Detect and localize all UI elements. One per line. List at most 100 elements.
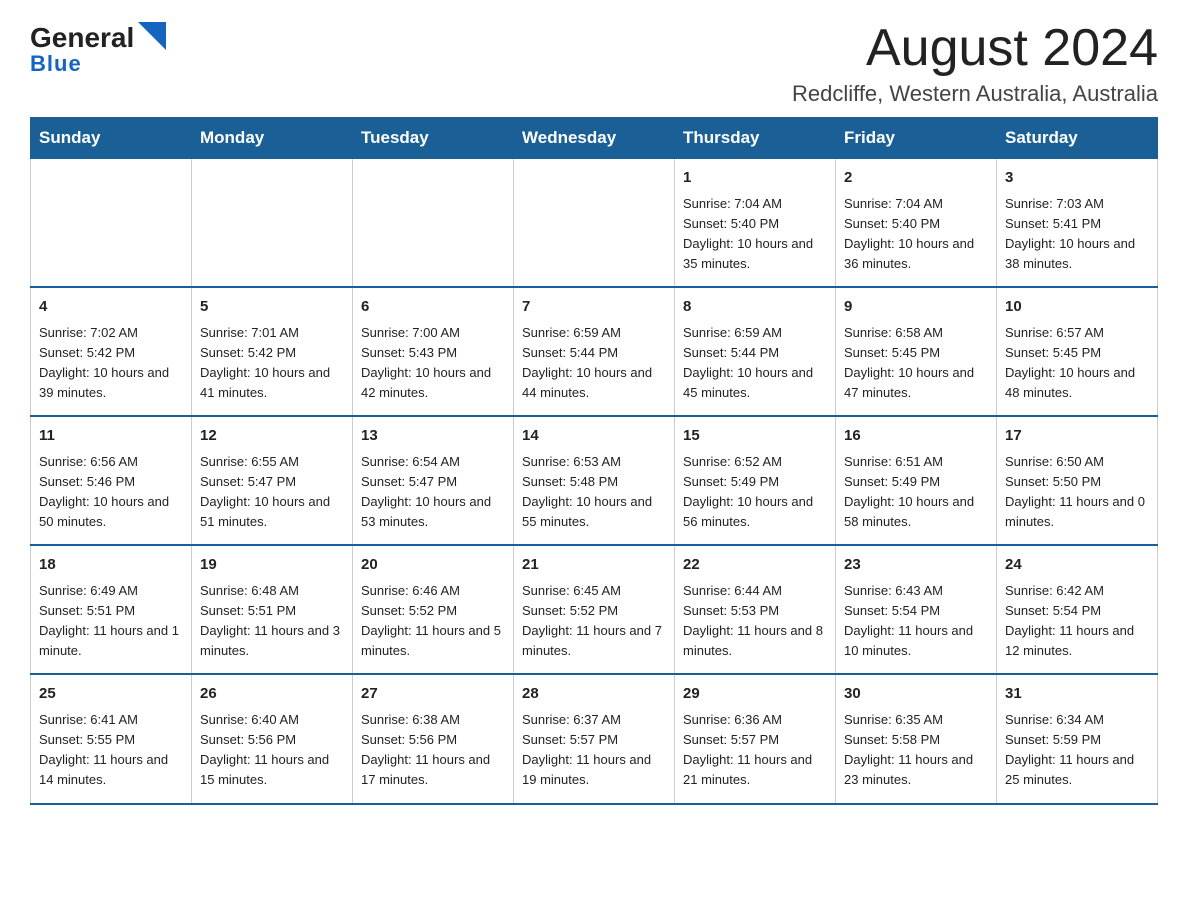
calendar-day-cell: 11 Sunrise: 6:56 AMSunset: 5:46 PMDayligh…: [31, 416, 192, 545]
day-number: 2: [844, 167, 988, 190]
calendar-day-cell: 6Sunrise: 7:00 AMSunset: 5:43 PMDaylight…: [353, 287, 514, 416]
day-info: Sunrise: 6:34 AMSunset: 5:59 PMDaylight:…: [1005, 710, 1149, 791]
calendar-week-row: 1 Sunrise: 7:04 AMSunset: 5:40 PMDaylight…: [31, 159, 1158, 288]
calendar-table: SundayMondayTuesdayWednesdayThursdayFrid…: [30, 117, 1158, 804]
calendar-day-cell: 31 Sunrise: 6:34 AMSunset: 5:59 PMDayligh…: [997, 674, 1158, 803]
location: Redcliffe, Western Australia, Australia: [792, 81, 1158, 107]
day-info: Sunrise: 6:57 AMSunset: 5:45 PMDaylight:…: [1005, 323, 1149, 404]
calendar-day-cell: 29 Sunrise: 6:36 AMSunset: 5:57 PMDayligh…: [675, 674, 836, 803]
day-info: Sunrise: 6:45 AMSunset: 5:52 PMDaylight:…: [522, 581, 666, 662]
day-info: Sunrise: 7:04 AMSunset: 5:40 PMDaylight:…: [683, 194, 827, 275]
day-info: Sunrise: 7:00 AMSunset: 5:43 PMDaylight:…: [361, 323, 505, 404]
calendar-day-cell: 15 Sunrise: 6:52 AMSunset: 5:49 PMDayligh…: [675, 416, 836, 545]
weekday-header-friday: Friday: [836, 118, 997, 159]
title-block: August 2024 Redcliffe, Western Australia…: [792, 20, 1158, 107]
day-info: Sunrise: 6:36 AMSunset: 5:57 PMDaylight:…: [683, 710, 827, 791]
day-number: 23: [844, 554, 988, 577]
day-number: 15: [683, 425, 827, 448]
day-info: Sunrise: 6:51 AMSunset: 5:49 PMDaylight:…: [844, 452, 988, 533]
day-info: Sunrise: 6:40 AMSunset: 5:56 PMDaylight:…: [200, 710, 344, 791]
calendar-day-cell: 21 Sunrise: 6:45 AMSunset: 5:52 PMDayligh…: [514, 545, 675, 674]
day-number: 17: [1005, 425, 1149, 448]
calendar-header-row: SundayMondayTuesdayWednesdayThursdayFrid…: [31, 118, 1158, 159]
day-number: 8: [683, 296, 827, 319]
logo-general: General: [30, 24, 134, 52]
day-info: Sunrise: 7:01 AMSunset: 5:42 PMDaylight:…: [200, 323, 344, 404]
day-number: 3: [1005, 167, 1149, 190]
day-info: Sunrise: 6:43 AMSunset: 5:54 PMDaylight:…: [844, 581, 988, 662]
day-info: Sunrise: 6:56 AMSunset: 5:46 PMDaylight:…: [39, 452, 183, 533]
day-info: Sunrise: 6:54 AMSunset: 5:47 PMDaylight:…: [361, 452, 505, 533]
day-number: 9: [844, 296, 988, 319]
calendar-day-cell: 27 Sunrise: 6:38 AMSunset: 5:56 PMDayligh…: [353, 674, 514, 803]
calendar-week-row: 18 Sunrise: 6:49 AMSunset: 5:51 PMDayligh…: [31, 545, 1158, 674]
calendar-day-cell: 5 Sunrise: 7:01 AMSunset: 5:42 PMDaylight…: [192, 287, 353, 416]
day-info: Sunrise: 6:35 AMSunset: 5:58 PMDaylight:…: [844, 710, 988, 791]
calendar-day-cell: 2 Sunrise: 7:04 AMSunset: 5:40 PMDaylight…: [836, 159, 997, 288]
day-number: 31: [1005, 683, 1149, 706]
weekday-header-thursday: Thursday: [675, 118, 836, 159]
calendar-day-cell: [353, 159, 514, 288]
day-number: 28: [522, 683, 666, 706]
calendar-day-cell: 28 Sunrise: 6:37 AMSunset: 5:57 PMDayligh…: [514, 674, 675, 803]
logo: General Blue: [30, 20, 166, 77]
day-info: Sunrise: 6:58 AMSunset: 5:45 PMDaylight:…: [844, 323, 988, 404]
weekday-header-wednesday: Wednesday: [514, 118, 675, 159]
day-number: 10: [1005, 296, 1149, 319]
calendar-day-cell: 26Sunrise: 6:40 AMSunset: 5:56 PMDayligh…: [192, 674, 353, 803]
day-number: 13: [361, 425, 505, 448]
day-info: Sunrise: 6:55 AMSunset: 5:47 PMDaylight:…: [200, 452, 344, 533]
calendar-day-cell: 30 Sunrise: 6:35 AMSunset: 5:58 PMDayligh…: [836, 674, 997, 803]
day-info: Sunrise: 6:48 AMSunset: 5:51 PMDaylight:…: [200, 581, 344, 662]
day-info: Sunrise: 6:44 AMSunset: 5:53 PMDaylight:…: [683, 581, 827, 662]
calendar-day-cell: 17Sunrise: 6:50 AMSunset: 5:50 PMDayligh…: [997, 416, 1158, 545]
weekday-header-saturday: Saturday: [997, 118, 1158, 159]
day-info: Sunrise: 6:37 AMSunset: 5:57 PMDaylight:…: [522, 710, 666, 791]
day-number: 24: [1005, 554, 1149, 577]
day-number: 27: [361, 683, 505, 706]
calendar-day-cell: 22 Sunrise: 6:44 AMSunset: 5:53 PMDayligh…: [675, 545, 836, 674]
day-info: Sunrise: 7:04 AMSunset: 5:40 PMDaylight:…: [844, 194, 988, 275]
day-number: 5: [200, 296, 344, 319]
calendar-day-cell: 1 Sunrise: 7:04 AMSunset: 5:40 PMDaylight…: [675, 159, 836, 288]
calendar-day-cell: 7Sunrise: 6:59 AMSunset: 5:44 PMDaylight…: [514, 287, 675, 416]
day-info: Sunrise: 6:52 AMSunset: 5:49 PMDaylight:…: [683, 452, 827, 533]
calendar-day-cell: 25 Sunrise: 6:41 AMSunset: 5:55 PMDayligh…: [31, 674, 192, 803]
day-number: 25: [39, 683, 183, 706]
calendar-day-cell: 13 Sunrise: 6:54 AMSunset: 5:47 PMDayligh…: [353, 416, 514, 545]
day-number: 4: [39, 296, 183, 319]
day-info: Sunrise: 6:38 AMSunset: 5:56 PMDaylight:…: [361, 710, 505, 791]
day-number: 14: [522, 425, 666, 448]
logo-blue: Blue: [30, 51, 82, 76]
day-number: 18: [39, 554, 183, 577]
day-info: Sunrise: 6:53 AMSunset: 5:48 PMDaylight:…: [522, 452, 666, 533]
calendar-day-cell: 10 Sunrise: 6:57 AMSunset: 5:45 PMDayligh…: [997, 287, 1158, 416]
day-info: Sunrise: 6:59 AMSunset: 5:44 PMDaylight:…: [683, 323, 827, 404]
day-number: 7: [522, 296, 666, 319]
calendar-day-cell: [514, 159, 675, 288]
day-number: 19: [200, 554, 344, 577]
calendar-day-cell: 9 Sunrise: 6:58 AMSunset: 5:45 PMDaylight…: [836, 287, 997, 416]
calendar-day-cell: 24Sunrise: 6:42 AMSunset: 5:54 PMDayligh…: [997, 545, 1158, 674]
calendar-week-row: 25 Sunrise: 6:41 AMSunset: 5:55 PMDayligh…: [31, 674, 1158, 803]
calendar-day-cell: 20Sunrise: 6:46 AMSunset: 5:52 PMDayligh…: [353, 545, 514, 674]
day-info: Sunrise: 6:49 AMSunset: 5:51 PMDaylight:…: [39, 581, 183, 662]
day-number: 1: [683, 167, 827, 190]
day-number: 11: [39, 425, 183, 448]
weekday-header-monday: Monday: [192, 118, 353, 159]
calendar-day-cell: 4Sunrise: 7:02 AMSunset: 5:42 PMDaylight…: [31, 287, 192, 416]
day-number: 21: [522, 554, 666, 577]
calendar-day-cell: [192, 159, 353, 288]
day-number: 30: [844, 683, 988, 706]
logo-arrow-icon: [138, 22, 166, 50]
calendar-day-cell: 19 Sunrise: 6:48 AMSunset: 5:51 PMDayligh…: [192, 545, 353, 674]
calendar-day-cell: [31, 159, 192, 288]
day-number: 16: [844, 425, 988, 448]
day-number: 22: [683, 554, 827, 577]
calendar-day-cell: 3Sunrise: 7:03 AMSunset: 5:41 PMDaylight…: [997, 159, 1158, 288]
day-number: 20: [361, 554, 505, 577]
calendar-day-cell: 16 Sunrise: 6:51 AMSunset: 5:49 PMDayligh…: [836, 416, 997, 545]
day-number: 29: [683, 683, 827, 706]
calendar-day-cell: 23 Sunrise: 6:43 AMSunset: 5:54 PMDayligh…: [836, 545, 997, 674]
day-info: Sunrise: 6:41 AMSunset: 5:55 PMDaylight:…: [39, 710, 183, 791]
